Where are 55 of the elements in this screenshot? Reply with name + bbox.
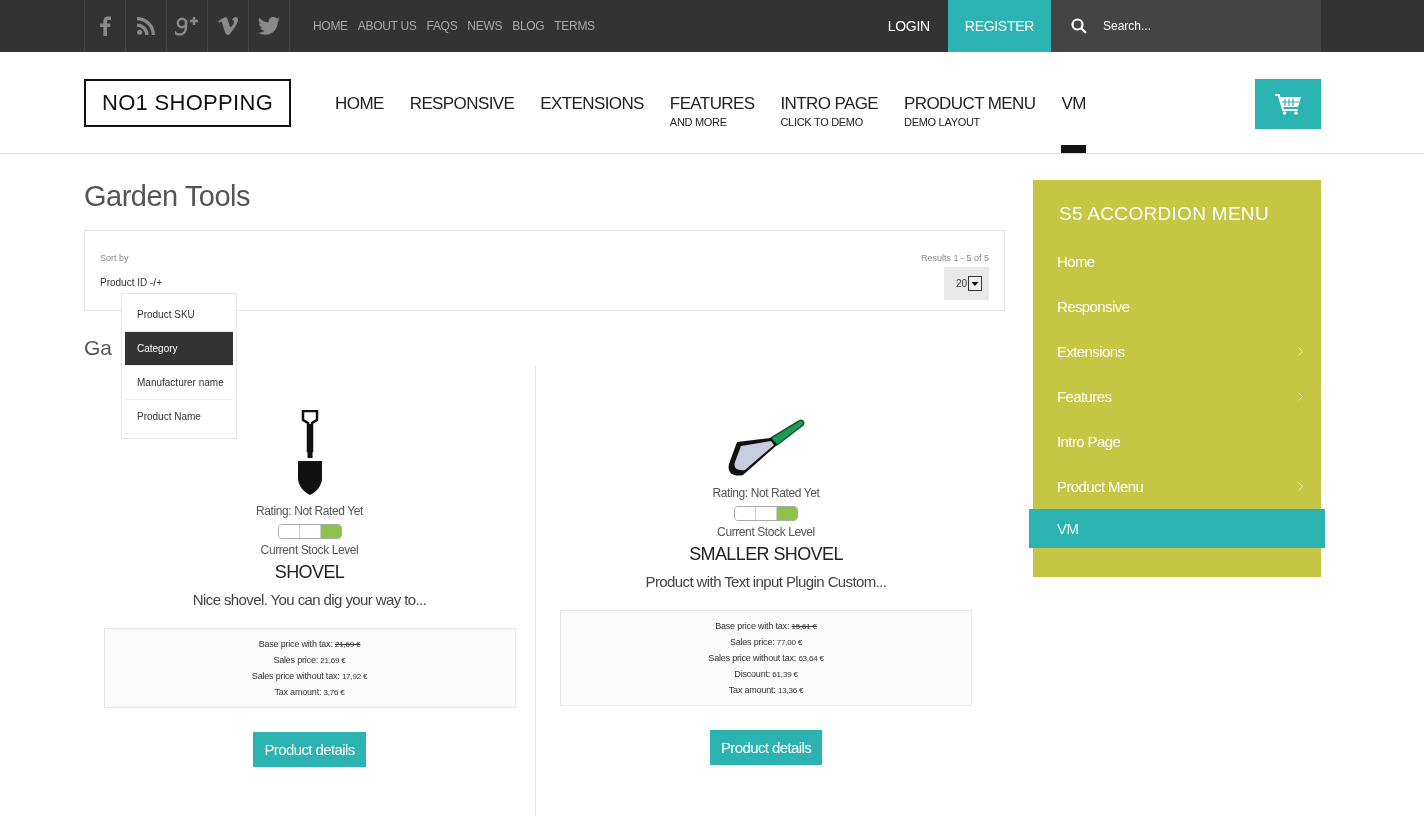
facebook-icon <box>99 16 111 36</box>
stock-level-label: Current Stock Level <box>260 543 359 557</box>
search-icon <box>1071 18 1087 34</box>
top-nav-link[interactable]: TERMS <box>554 19 595 33</box>
main-nav-item[interactable]: EXTENSIONS <box>540 94 644 153</box>
top-nav-link[interactable]: HOME <box>313 19 348 33</box>
rating-text: Rating: Not Rated Yet <box>712 486 820 500</box>
main-nav-item[interactable]: FEATURES AND MORE <box>669 94 755 153</box>
top-nav-link[interactable]: ABOUT US <box>357 19 417 33</box>
price-line: Base price with tax: 15,61 € <box>715 621 817 631</box>
sort-dropdown[interactable]: Product ID -/+ <box>100 277 162 288</box>
main-nav-item[interactable]: INTRO PAGE CLICK TO DEMO <box>780 94 879 153</box>
trowel-icon <box>727 418 805 478</box>
top-nav-link[interactable]: BLOG <box>512 19 545 33</box>
results-count: Results 1 - 5 of 5 <box>920 253 989 263</box>
product-description: Product with Text input Plugin Custom... <box>645 573 887 590</box>
rating-text: Rating: Not Rated Yet <box>256 504 363 518</box>
vimeo-icon <box>218 17 238 35</box>
price-line: Sales price: 21,69 € <box>273 655 346 665</box>
bird-icon <box>258 17 280 35</box>
price-line: Sales price without tax: 17,92 € <box>251 671 368 681</box>
product-name[interactable]: SHOVEL <box>274 562 345 583</box>
stock-level-label: Current Stock Level <box>717 525 815 539</box>
per-page-select[interactable]: 20 <box>955 276 982 291</box>
login-link[interactable]: LOGIN <box>887 0 930 52</box>
price-line: Sales price without tax: 63,64 € <box>708 653 824 663</box>
sort-option[interactable]: Category <box>125 332 233 366</box>
main-nav-item[interactable]: HOME <box>335 94 384 153</box>
top-nav-link[interactable]: NEWS <box>467 19 503 33</box>
google-plus-icon <box>175 16 199 36</box>
price-line: Tax amount: 3,76 € <box>274 687 345 697</box>
sort-option[interactable]: Product Name <box>125 400 233 434</box>
stock-level-bar <box>277 524 342 539</box>
price-line: Base price with tax: 21,69 € <box>258 639 361 649</box>
product-description: Nice shovel. You can dig your way to... <box>192 591 427 608</box>
top-nav-link[interactable]: FAQS <box>426 19 458 33</box>
rss-icon <box>137 17 155 35</box>
main-nav-item[interactable]: PRODUCT MENU DEMO LAYOUT <box>904 94 1036 153</box>
sort-option[interactable]: Manufacturer name <box>125 366 233 400</box>
cart-icon <box>1275 93 1301 115</box>
main-nav-item[interactable]: RESPONSIVE <box>409 94 515 153</box>
price-line: Sales price: 77,00 € <box>729 637 803 647</box>
search-field[interactable]: Search... <box>1101 18 1305 34</box>
page-title: Garden Tools <box>84 180 251 213</box>
category-heading: Ga <box>84 336 112 361</box>
main-nav-item[interactable]: VM <box>1061 94 1086 153</box>
sort-label: Sort by <box>100 253 130 263</box>
accordion-menu-title: S5 ACCORDION MENU <box>1058 203 1270 225</box>
cart-button[interactable] <box>1255 79 1321 129</box>
site-logo[interactable]: NO1 SHOPPING <box>84 78 292 127</box>
stock-level-bar <box>734 506 798 521</box>
price-line: Tax amount: 13,36 € <box>728 685 804 695</box>
price-line: Discount: 61,39 € <box>734 669 798 679</box>
shovel-icon <box>296 410 323 496</box>
product-name[interactable]: SMALLER SHOVEL <box>689 544 843 565</box>
